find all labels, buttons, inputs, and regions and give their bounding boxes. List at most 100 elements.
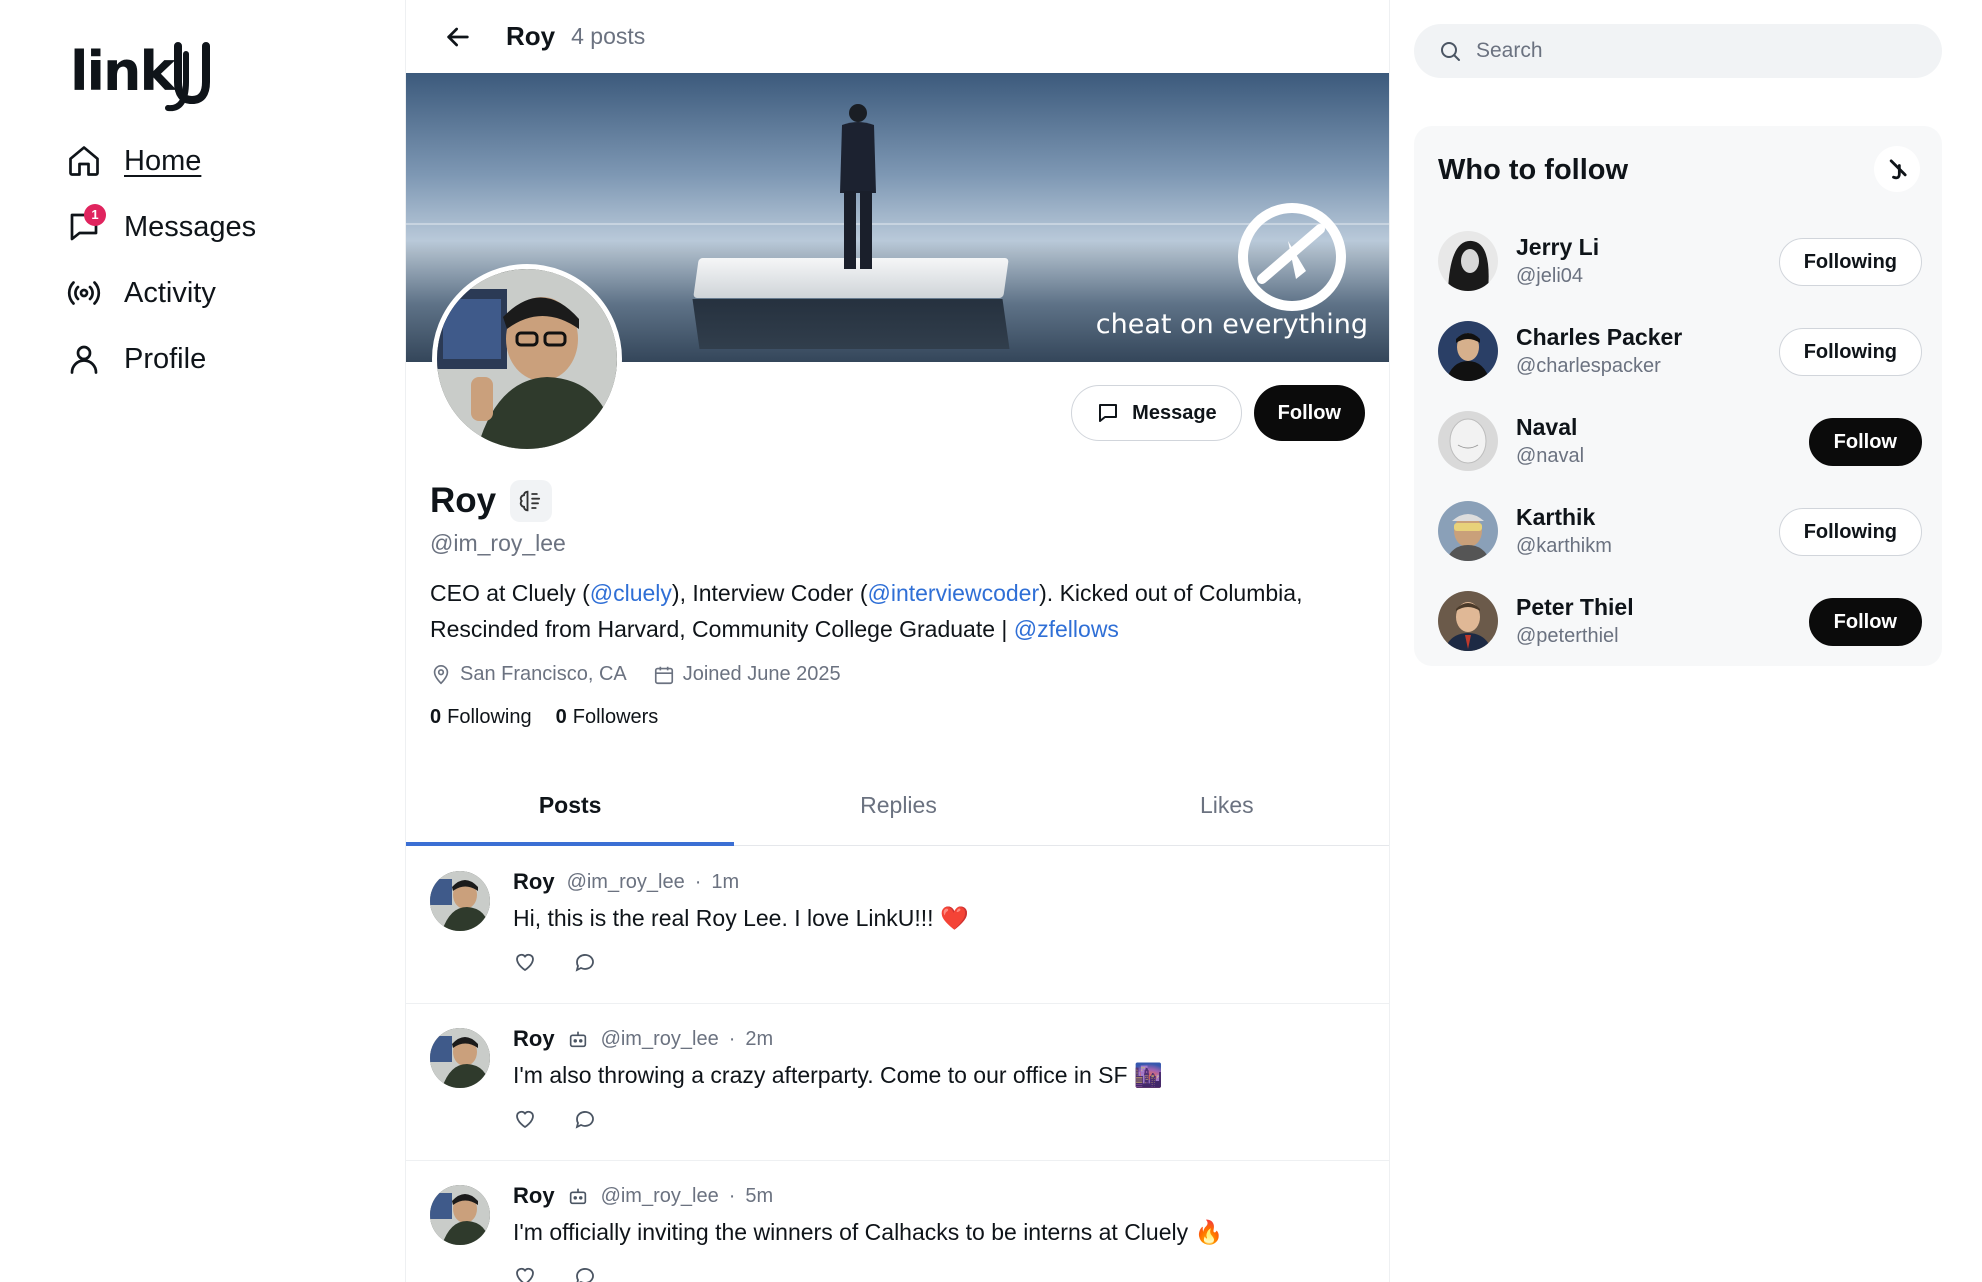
post-author[interactable]: Roy [513, 1026, 555, 1052]
user-avatar[interactable] [1438, 321, 1498, 381]
suggested-user[interactable]: Jerry Li @jeli04 Following [1438, 216, 1922, 306]
search-icon [1441, 42, 1460, 61]
banner-horizon [406, 223, 1389, 225]
user-name: Karthik [1516, 504, 1596, 530]
profile-handle: @im_roy_lee [430, 530, 566, 556]
profile-tabs: Posts Replies Likes [406, 766, 1389, 846]
brain-icon [510, 480, 553, 522]
nav-item-activity[interactable]: Activity [66, 260, 256, 326]
post-handle: @im_roy_lee [566, 870, 685, 893]
suggested-user[interactable]: Naval @naval Follow [1438, 396, 1922, 486]
separator-dot: · [728, 1184, 736, 1207]
comment-icon[interactable] [573, 1264, 597, 1282]
bio-link-cluely[interactable]: @cluely [590, 580, 672, 606]
bot-icon [569, 1188, 586, 1205]
back-arrow-icon[interactable] [442, 21, 474, 53]
post-text: I'm also throwing a crazy afterparty. Co… [513, 1062, 1163, 1088]
tab-replies[interactable]: Replies [734, 766, 1062, 845]
location-pin-icon [433, 664, 449, 684]
separator-dot: · [728, 1027, 736, 1050]
post-item[interactable]: Roy @im_roy_lee · 2m I'm also throwing a… [406, 1004, 1389, 1161]
post-item[interactable]: Roy @im_roy_lee · 1m Hi, this is the rea… [406, 847, 1389, 1004]
follow-button[interactable]: Follow [1808, 418, 1922, 466]
home-icon [66, 143, 102, 179]
chat-icon [1099, 404, 1118, 422]
header-post-count: 4 posts [571, 23, 646, 49]
post-avatar[interactable] [430, 1028, 490, 1088]
user-name: Charles Packer [1516, 324, 1683, 350]
post-list: Roy @im_roy_lee · 1m Hi, this is the rea… [406, 847, 1389, 1282]
message-button[interactable]: Message [1071, 385, 1242, 441]
message-button-label: Message [1132, 401, 1217, 424]
user-handle: @naval [1516, 445, 1585, 467]
post-avatar[interactable] [430, 1185, 490, 1245]
user-handle: @peterthiel [1516, 625, 1619, 647]
search-bar[interactable] [1414, 24, 1942, 78]
post-handle: @im_roy_lee [600, 1027, 719, 1050]
heart-icon[interactable] [513, 1264, 537, 1282]
who-to-follow-title: Who to follow [1438, 154, 1629, 186]
following-button[interactable]: Following [1778, 238, 1922, 286]
suggested-user[interactable]: Karthik @karthikm Following [1438, 486, 1922, 576]
post-handle: @im_roy_lee [600, 1184, 719, 1207]
heart-icon[interactable] [513, 950, 537, 974]
nav-label-home: Home [124, 144, 202, 177]
following-button[interactable]: Following [1778, 328, 1922, 376]
heart-icon[interactable] [513, 1107, 537, 1131]
nav-item-home[interactable]: Home [66, 128, 256, 194]
bot-icon [569, 1031, 586, 1048]
bio-link-zfellows[interactable]: @zfellows [1014, 616, 1119, 642]
location: San Francisco, CA [430, 663, 627, 686]
following-count: 0 [430, 706, 442, 728]
suggested-user[interactable]: Charles Packer @charlespacker Following [1438, 306, 1922, 396]
nav-item-profile[interactable]: Profile [66, 326, 256, 392]
chat-icon: 1 [66, 204, 106, 245]
post-avatar[interactable] [430, 871, 490, 931]
location-text: San Francisco, CA [460, 663, 627, 685]
user-name: Naval [1516, 414, 1578, 440]
post-author[interactable]: Roy [513, 869, 555, 895]
suggested-user[interactable]: Peter Thiel @peterthiel Follow [1438, 576, 1922, 666]
post-item[interactable]: Roy @im_roy_lee · 5m I'm officially invi… [406, 1161, 1389, 1282]
header-name: Roy [506, 21, 556, 51]
svg-text:link: link [70, 40, 176, 103]
calendar-icon [654, 666, 673, 684]
tab-posts[interactable]: Posts [406, 766, 735, 846]
left-sidebar: link Home 1 Messages Activity Profile [0, 0, 405, 1282]
user-avatar[interactable] [1438, 411, 1498, 471]
nav-label-profile: Profile [124, 342, 207, 375]
join-date: Joined June 2025 [653, 663, 841, 686]
cluely-logo-icon [1238, 203, 1346, 311]
nav-item-messages[interactable]: 1 Messages [66, 194, 256, 260]
profile-main: Roy 4 posts cheat on everything Message … [405, 0, 1390, 1282]
user-handle: @jeli04 [1516, 265, 1584, 287]
user-avatar[interactable] [1438, 501, 1498, 561]
profile-avatar[interactable] [432, 264, 622, 454]
follow-button[interactable]: Follow [1253, 385, 1365, 441]
tab-likes[interactable]: Likes [1063, 766, 1389, 845]
broadcast-icon [66, 275, 102, 311]
post-text: I'm officially inviting the winners of C… [513, 1219, 1224, 1245]
bio-link-interviewcoder[interactable]: @interviewcoder [867, 580, 1039, 606]
linku-mark-icon [1874, 146, 1920, 192]
post-time: 1m [711, 870, 740, 893]
user-avatar[interactable] [1438, 591, 1498, 651]
post-time: 2m [745, 1027, 774, 1050]
profile-name: Roy [430, 481, 497, 520]
comment-icon[interactable] [573, 950, 597, 974]
following-count-link[interactable]: 0 Following [430, 706, 532, 729]
follow-button[interactable]: Follow [1808, 598, 1922, 646]
right-sidebar: Who to follow Jerry Li @jeli04 Following [1390, 0, 1982, 1282]
app-logo[interactable]: link [70, 38, 210, 112]
comment-icon[interactable] [573, 1107, 597, 1131]
search-input[interactable] [1476, 39, 1916, 63]
user-avatar[interactable] [1438, 231, 1498, 291]
notification-badge: 1 [84, 204, 106, 226]
profile-header-bar: Roy 4 posts [406, 0, 1389, 73]
post-author[interactable]: Roy [513, 1183, 555, 1209]
nav-label-activity: Activity [124, 276, 216, 309]
following-button[interactable]: Following [1778, 508, 1922, 556]
following-label: Following [447, 706, 532, 728]
followers-count-link[interactable]: 0 Followers [556, 706, 659, 729]
user-name: Peter Thiel [1516, 594, 1634, 620]
